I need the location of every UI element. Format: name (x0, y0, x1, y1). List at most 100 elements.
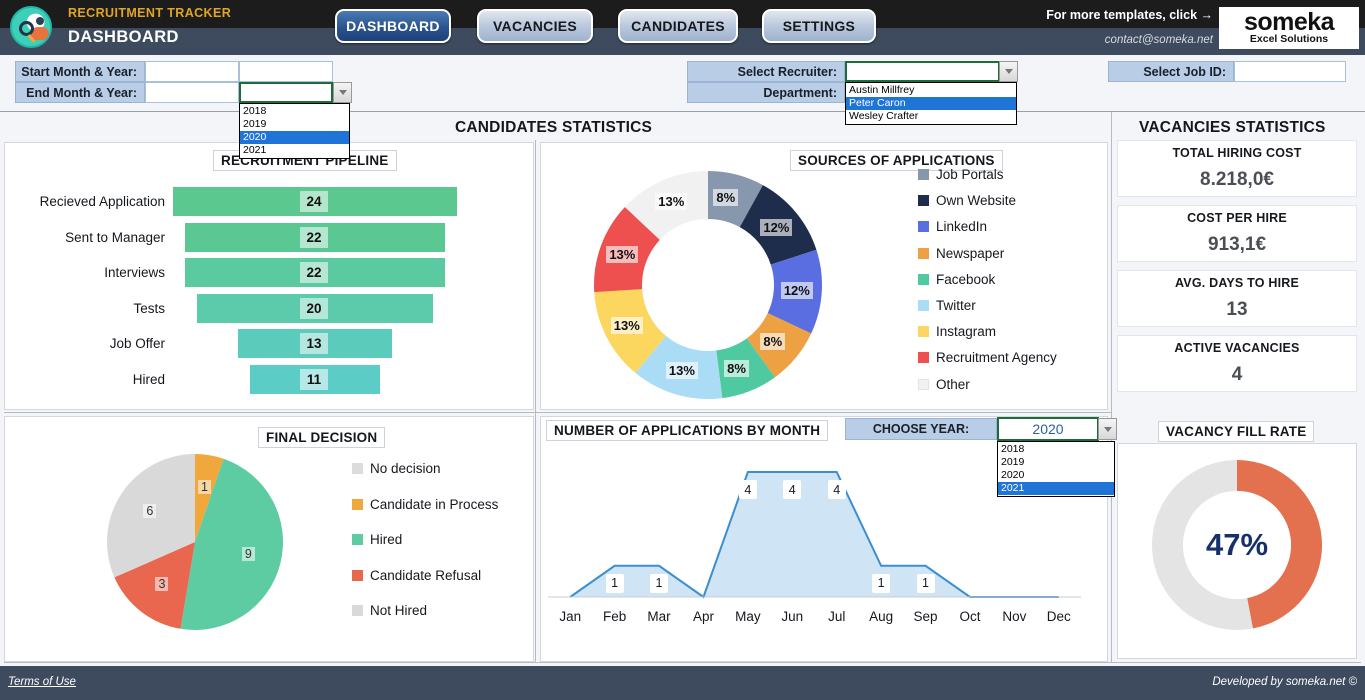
recruiter-dropdown-button[interactable] (999, 61, 1018, 82)
column-divider (535, 140, 536, 663)
start-month-input[interactable] (145, 61, 239, 82)
pie-slice-label: 9 (241, 547, 255, 562)
nav-tab-candidates[interactable]: CANDIDATES (618, 9, 738, 43)
dropdown-option[interactable]: Austin Millfrey (846, 84, 1016, 97)
final-decision-chart: 1936 (105, 452, 285, 632)
dropdown-option[interactable]: Wesley Crafter (846, 110, 1016, 123)
dropdown-option[interactable]: 2021 (240, 144, 349, 157)
dropdown-option[interactable]: 2019 (240, 118, 349, 131)
x-axis-tick-label: Apr (692, 609, 714, 624)
pie-slice-label: 3 (155, 577, 169, 592)
legend-item: Facebook (918, 272, 995, 287)
more-templates-link[interactable]: For more templates, click → (1046, 8, 1213, 22)
final-decision-title: FINAL DECISION (258, 427, 386, 448)
pie-svg (107, 454, 283, 630)
x-axis-tick-label: Feb (602, 609, 627, 624)
funnel-bar-value: 24 (300, 191, 328, 212)
funnel-category-label: Sent to Manager (65, 229, 165, 245)
vacancy-fill-rate-title: VACANCY FILL RATE (1158, 421, 1315, 442)
sources-of-applications-chart: 8% 12% 12% 8% 8% 13% 13% 13% 13% (588, 165, 828, 405)
legend-swatch (918, 169, 929, 180)
legend-item: Instagram (918, 324, 996, 339)
dropdown-option[interactable]: 2019 (998, 456, 1114, 469)
contact-email: contact@someka.net (1104, 34, 1213, 46)
sources-of-applications-legend: Job Portals Own Website LinkedIn Newspaper F… (918, 167, 1103, 397)
kpi-label: ACTIVE VACANCIES (1174, 341, 1300, 355)
kpi-label: TOTAL HIRING COST (1172, 146, 1302, 160)
dropdown-option-selected[interactable]: 2020 (240, 131, 349, 144)
donut-slice-label: 8% (724, 359, 749, 377)
legend-item: Other (918, 377, 970, 392)
legend-swatch (918, 300, 929, 311)
data-point-label: 4 (738, 480, 757, 499)
legend-label: Recruitment Agency (936, 350, 1057, 366)
funnel-category-label: Hired (132, 371, 165, 387)
end-year-input[interactable] (239, 82, 333, 103)
select-recruiter-input[interactable] (845, 61, 1000, 82)
legend-label: Newspaper (936, 245, 1005, 261)
funnel-category-label: Recieved Application (39, 194, 165, 209)
legend-label: Twitter (936, 298, 976, 313)
select-job-id-label: Select Job ID: (1108, 61, 1234, 82)
x-axis-tick-label: Dec (1046, 609, 1071, 624)
legend-item: Own Website (918, 193, 1016, 208)
data-point-label: 4 (783, 480, 802, 499)
department-label: Department: (687, 82, 845, 103)
funnel-category-label: Interviews (104, 265, 165, 280)
kpi-label: COST PER HIRE (1187, 211, 1287, 225)
legend-swatch (918, 326, 929, 338)
dropdown-option[interactable]: 2018 (240, 105, 349, 118)
donut-slice-label: 8% (713, 188, 739, 206)
end-year-dropdown-button[interactable] (333, 82, 352, 103)
nav-tab-dashboard[interactable]: DASHBOARD (335, 9, 451, 43)
developed-by-text: Developed by someka.net © (1212, 676, 1357, 688)
select-job-id-input[interactable] (1234, 61, 1346, 82)
end-year-dropdown-list[interactable]: 2018 2019 2020 2021 (239, 103, 350, 159)
chevron-down-icon (1004, 69, 1013, 74)
legend-label: Candidate Refusal (370, 567, 482, 583)
brand-title: RECRUITMENT TRACKER (68, 6, 232, 20)
vacancies-kpi-list: TOTAL HIRING COST 8.218,0€ COST PER HIRE 91… (1117, 140, 1357, 410)
x-axis-tick-label: Oct (959, 609, 981, 624)
vacancy-fill-rate-chart: 47% (1151, 459, 1323, 631)
dropdown-option[interactable]: 2020 (998, 469, 1114, 482)
funnel-bar-value: 13 (300, 333, 328, 354)
legend-swatch (352, 569, 363, 581)
kpi-value: 13 (1226, 299, 1248, 320)
vacancies-statistics-heading: VACANCIES STATISTICS (1139, 119, 1326, 136)
app-header: RECRUITMENT TRACKER DASHBOARD DASHBOARD … (0, 0, 1365, 55)
legend-item: Twitter (918, 298, 976, 313)
choose-year-input[interactable]: 2020 (997, 417, 1099, 441)
recruiter-dropdown-list[interactable]: Austin Millfrey Peter Caron Wesley Craft… (845, 82, 1017, 125)
choose-year-dropdown-list[interactable]: 2018 2019 2020 2021 (997, 441, 1115, 497)
start-year-input[interactable] (239, 61, 333, 82)
funnel-bar-value: 20 (300, 297, 328, 319)
dropdown-option-selected[interactable]: 2021 (998, 482, 1114, 495)
legend-label: Job Portals (936, 167, 1004, 182)
kpi-value: 8.218,0€ (1200, 169, 1274, 190)
dropdown-option-selected[interactable]: Peter Caron (846, 97, 1016, 110)
legend-label: Facebook (936, 271, 996, 287)
legend-swatch (352, 498, 363, 510)
funnel-category-label: Tests (133, 300, 165, 316)
nav-tab-vacancies[interactable]: VACANCIES (477, 9, 593, 43)
legend-swatch (918, 247, 929, 259)
legend-item: Newspaper (918, 246, 1004, 261)
data-point-label: 1 (650, 573, 669, 593)
row-divider (4, 662, 1361, 663)
donut-slice-label: 12% (760, 218, 793, 236)
chevron-down-icon (1103, 426, 1112, 432)
legend-label: LinkedIn (936, 219, 988, 235)
someka-logo[interactable]: someka Excel Solutions (1219, 7, 1359, 49)
legend-swatch (918, 378, 929, 390)
dropdown-option[interactable]: 2018 (998, 443, 1114, 456)
choose-year-label: CHOOSE YEAR: (845, 418, 997, 440)
end-month-input[interactable] (145, 82, 239, 103)
legend-swatch (918, 352, 929, 364)
end-month-year-label: End Month & Year: (15, 82, 145, 103)
choose-year-dropdown-button[interactable] (1098, 418, 1117, 440)
nav-tab-settings[interactable]: SETTINGS (762, 9, 876, 43)
terms-of-use-link[interactable]: Terms of Use (8, 676, 76, 688)
applications-by-month-title: NUMBER OF APPLICATIONS BY MONTH (546, 420, 829, 441)
final-decision-legend: No decision Candidate in Process Hired Cand… (352, 461, 532, 631)
